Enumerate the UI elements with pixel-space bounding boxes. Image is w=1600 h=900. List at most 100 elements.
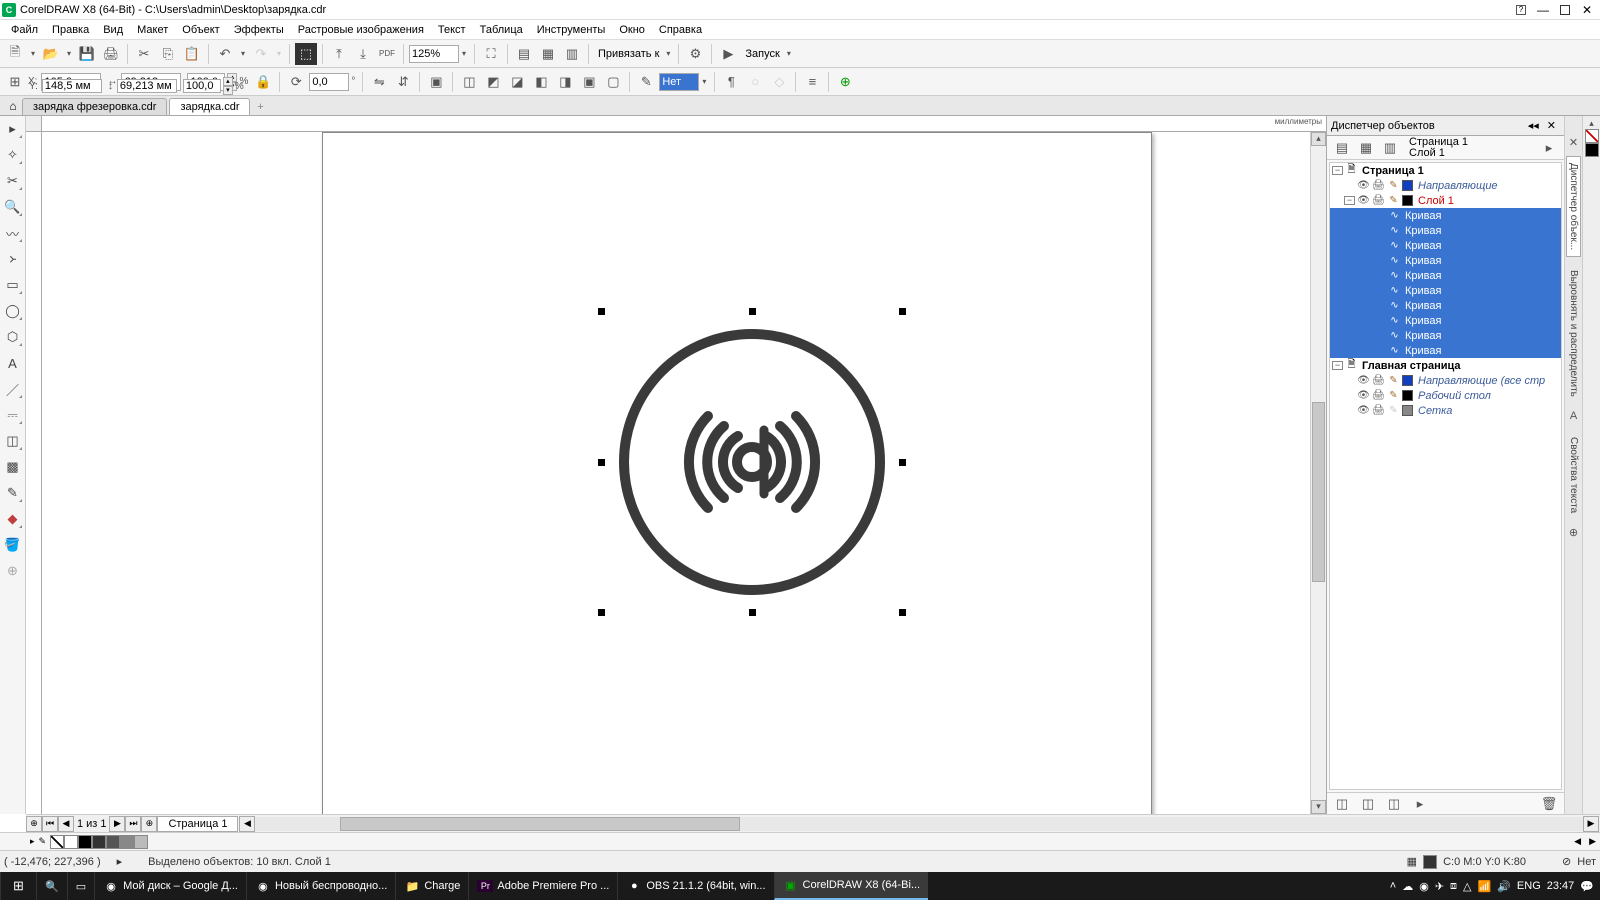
convert-curves-icon[interactable]: ○ bbox=[744, 71, 766, 93]
outline-pen-icon[interactable]: ✎ bbox=[635, 71, 657, 93]
object-tree[interactable]: −🗎Страница 1 −👁🖨✎Направляющие −👁🖨✎Слой 1… bbox=[1329, 162, 1562, 790]
vscroll-thumb[interactable] bbox=[1312, 402, 1325, 582]
scale-y-input[interactable] bbox=[183, 79, 221, 93]
mirror-h-icon[interactable]: ⇋ bbox=[368, 71, 390, 93]
ruler-corner[interactable] bbox=[26, 116, 42, 132]
node-page1[interactable]: Страница 1 bbox=[1360, 165, 1426, 177]
page-tab-1[interactable]: Страница 1 bbox=[157, 816, 238, 832]
open-dropdown[interactable]: ▾ bbox=[64, 49, 74, 58]
edit-icon[interactable]: ✎ bbox=[1387, 195, 1400, 207]
crop-tool-icon[interactable]: ✂ bbox=[2, 170, 24, 192]
new-layer-icon[interactable]: ◫ bbox=[1331, 793, 1353, 815]
tray-notifications-icon[interactable]: 💬 bbox=[1580, 880, 1594, 893]
edit-icon[interactable]: ✎ bbox=[1387, 180, 1400, 192]
hscroll-left-icon[interactable]: ◀ bbox=[239, 816, 255, 832]
color-swatch[interactable] bbox=[92, 835, 106, 849]
tray-discord-icon[interactable]: ◉ bbox=[1419, 880, 1429, 893]
import-icon[interactable]: ⤒ bbox=[328, 43, 350, 65]
paste-icon[interactable]: 📋 bbox=[181, 43, 203, 65]
edit-anchor-icon[interactable]: ◇ bbox=[768, 71, 790, 93]
interactive-fill-icon[interactable]: ◆ bbox=[2, 508, 24, 530]
color-swatch[interactable] bbox=[120, 835, 134, 849]
page-prev-icon[interactable]: ◀ bbox=[58, 816, 74, 832]
snap-combo[interactable]: Привязать к ▾ bbox=[594, 48, 673, 60]
page-last-icon[interactable]: ⏭ bbox=[125, 816, 141, 832]
delete-icon[interactable]: 🗑 bbox=[1538, 793, 1560, 815]
node-guides[interactable]: Направляющие bbox=[1416, 180, 1500, 192]
wrap-text-icon[interactable]: ¶ bbox=[720, 71, 742, 93]
options-icon[interactable]: ⚙ bbox=[684, 43, 706, 65]
artwork-qi-icon[interactable] bbox=[612, 322, 892, 602]
taskbar-coreldraw[interactable]: ▣CorelDRAW X8 (64-Bi... bbox=[774, 872, 929, 900]
fullscreen-icon[interactable]: ⛶ bbox=[480, 43, 502, 65]
move-to-layer-icon[interactable]: ▸ bbox=[1409, 793, 1431, 815]
panel-close-icon[interactable]: ✕ bbox=[1543, 119, 1560, 132]
align-distribute-icon[interactable]: ≡ bbox=[801, 71, 823, 93]
size-h-input[interactable] bbox=[117, 79, 177, 93]
canvas[interactable] bbox=[42, 132, 1310, 814]
tray-lang[interactable]: ENG bbox=[1517, 880, 1541, 892]
node-guides-all[interactable]: Направляющие (все стр bbox=[1416, 375, 1547, 387]
copy-icon[interactable]: ⎘ bbox=[157, 43, 179, 65]
node-curve[interactable]: Кривая bbox=[1403, 300, 1443, 312]
tray-volume-icon[interactable]: 🔊 bbox=[1497, 880, 1511, 893]
color-swatch[interactable] bbox=[64, 835, 78, 849]
new-doc-icon[interactable]: 🗎 bbox=[4, 43, 26, 65]
snap-dropdown[interactable]: ▾ bbox=[663, 49, 673, 58]
no-fill-swatch[interactable] bbox=[50, 835, 64, 849]
pos-y-input[interactable] bbox=[42, 79, 102, 93]
zoom-tool-icon[interactable]: 🔍 bbox=[2, 196, 24, 218]
color-swatch[interactable] bbox=[106, 835, 120, 849]
dock-text-props-icon[interactable]: A bbox=[1567, 410, 1581, 424]
handle-bot-right[interactable] bbox=[899, 609, 906, 616]
layer-color[interactable] bbox=[1402, 405, 1413, 416]
help-icon[interactable]: ? bbox=[1510, 1, 1532, 19]
system-tray[interactable]: ˄ ☁ ◉ ✈ ⧈ △ 📶 🔊 ENG 23:47 💬 bbox=[1384, 880, 1600, 893]
outline-width-combo[interactable]: ▾ bbox=[659, 73, 709, 91]
menu-bitmaps[interactable]: Растровые изображения bbox=[291, 22, 431, 38]
no-color-swatch[interactable] bbox=[1585, 129, 1599, 143]
rectangle-tool-icon[interactable]: ▭ bbox=[2, 274, 24, 296]
tray-telegram-icon[interactable]: ✈ bbox=[1435, 880, 1444, 893]
boundary-icon[interactable]: ▢ bbox=[602, 71, 624, 93]
scroll-up-icon[interactable]: ▴ bbox=[1311, 132, 1326, 146]
doc-tab-1[interactable]: зарядка фрезеровка.cdr bbox=[22, 98, 167, 115]
tray-time[interactable]: 23:47 bbox=[1547, 880, 1575, 892]
visible-icon[interactable]: 👁 bbox=[1357, 195, 1370, 207]
tray-dropbox-icon[interactable]: ⧈ bbox=[1450, 880, 1457, 893]
search-content-icon[interactable]: ⬚ bbox=[295, 43, 317, 65]
add-preset-icon[interactable]: ⊕ bbox=[834, 71, 856, 93]
close-button[interactable]: ✕ bbox=[1576, 1, 1598, 19]
smart-fill-icon[interactable]: 🪣 bbox=[2, 534, 24, 556]
task-view-icon[interactable]: ▭ bbox=[67, 872, 94, 900]
node-curve[interactable]: Кривая bbox=[1403, 240, 1443, 252]
transparency-tool-icon[interactable]: ▩ bbox=[2, 456, 24, 478]
page-first-icon[interactable]: ⏮ bbox=[42, 816, 58, 832]
layer-color[interactable] bbox=[1402, 180, 1413, 191]
panel-menu-icon[interactable]: ◂◂ bbox=[1524, 119, 1543, 132]
save-icon[interactable]: 💾 bbox=[76, 43, 98, 65]
publish-pdf-icon[interactable]: PDF bbox=[376, 43, 398, 65]
tray-gdrive-icon[interactable]: △ bbox=[1463, 880, 1471, 893]
palette-left-icon[interactable]: ◀ bbox=[1570, 836, 1585, 847]
menu-window[interactable]: Окно bbox=[612, 22, 652, 38]
menu-file[interactable]: Файл bbox=[4, 22, 45, 38]
show-guides-icon[interactable]: ▥ bbox=[561, 43, 583, 65]
launch-combo[interactable]: Запуск ▾ bbox=[741, 48, 793, 60]
scroll-down-icon[interactable]: ▾ bbox=[1311, 800, 1326, 814]
taskbar-chrome-1[interactable]: ◉Мой диск – Google Д... bbox=[94, 872, 246, 900]
zoom-combo[interactable]: ▾ bbox=[409, 45, 469, 63]
node-grid[interactable]: Сетка bbox=[1416, 405, 1454, 417]
taskbar-chrome-2[interactable]: ◉Новый беспроводно... bbox=[246, 872, 395, 900]
menu-object[interactable]: Объект bbox=[175, 22, 226, 38]
palette-eyedropper-icon[interactable]: ✎ bbox=[39, 836, 47, 847]
menu-help[interactable]: Справка bbox=[652, 22, 709, 38]
connector-tool-icon[interactable]: ⎓ bbox=[2, 404, 24, 426]
print-icon[interactable]: 🖨 bbox=[1372, 195, 1385, 207]
export-icon[interactable]: ⤓ bbox=[352, 43, 374, 65]
handle-top-center[interactable] bbox=[749, 308, 756, 315]
undo-dropdown[interactable]: ▾ bbox=[238, 49, 248, 58]
handle-top-left[interactable] bbox=[598, 308, 605, 315]
tray-chevron-icon[interactable]: ˄ bbox=[1390, 880, 1396, 892]
weld-icon[interactable]: ◫ bbox=[458, 71, 480, 93]
